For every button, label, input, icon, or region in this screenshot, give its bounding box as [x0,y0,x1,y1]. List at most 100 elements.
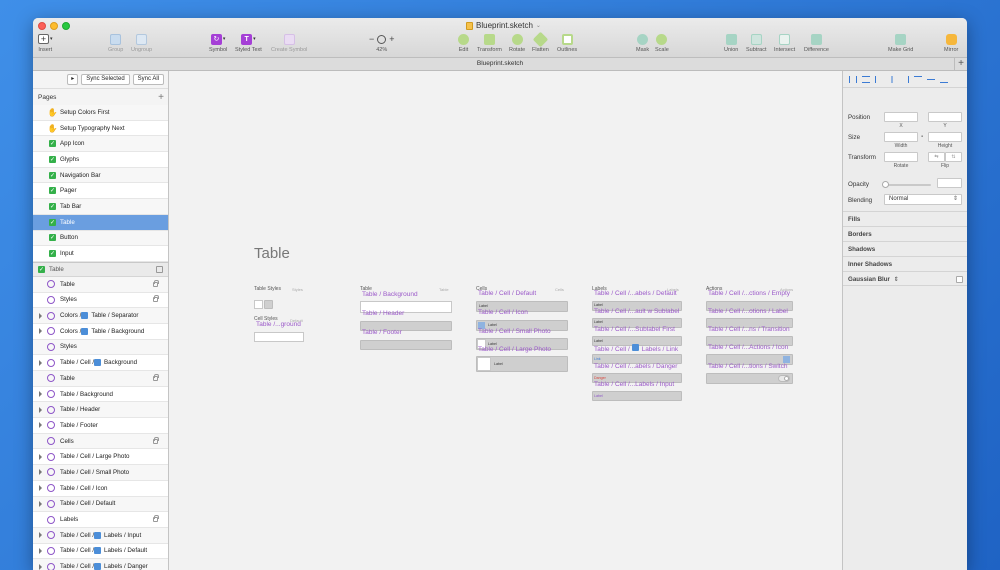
symbol-cell-background[interactable]: Table /...ground [256,321,301,328]
add-page-button[interactable]: + [158,92,164,103]
page-item[interactable]: ✓ Navigation Bar [33,167,168,184]
symbol-cell-large-photo[interactable]: Table / Cell / Large Photo [478,346,551,353]
symbol-labels-sublabel-first[interactable]: Table / Cell /...Sublabel First [594,326,675,333]
symbol-labels-sublabel[interactable]: Table / Cell /...ault w Sublabel [594,308,679,315]
disclosure-triangle-icon[interactable] [39,500,42,507]
make-grid-button[interactable]: Make Grid [888,32,913,53]
sync-all-button[interactable]: Sync All [132,74,164,85]
ungroup-button[interactable]: Ungroup [131,32,152,53]
page-item[interactable]: ✓ Pager [33,183,168,200]
disclosure-triangle-icon[interactable] [39,391,42,398]
layer-item[interactable]: Colors / Table / Background [33,323,168,340]
group-button[interactable]: Group [108,32,123,53]
mirror-button[interactable]: Mirror [944,32,958,53]
page-item[interactable]: ✓ Tab Bar [33,199,168,215]
switch-toggle[interactable] [778,375,790,382]
transform-button[interactable]: Transform [477,32,502,53]
layer-item[interactable]: Table / Footer [33,418,168,434]
flatten-button[interactable]: Flatten [532,31,549,53]
align-left-icon[interactable] [875,75,883,83]
flip-horizontal-button[interactable]: ⇆ [928,152,945,162]
lock-ratio-icon[interactable]: ▪ [921,134,923,140]
symbol-table-header[interactable]: Table / Header [362,310,404,317]
layer-item[interactable]: Styles [33,339,168,356]
opacity-field[interactable] [937,178,962,188]
outlines-button[interactable]: Outlines [557,32,577,53]
lock-icon[interactable] [153,373,159,381]
symbol-labels-default[interactable]: Table / Cell /...abels / Default [594,290,677,297]
layer-item[interactable]: Styles [33,292,168,309]
opacity-slider-knob[interactable] [882,181,889,188]
intersect-button[interactable]: Intersect [774,32,795,53]
document-title[interactable]: Blueprint.sketch ⌄ [466,20,541,31]
lock-icon[interactable] [153,515,159,523]
difference-button[interactable]: Difference [804,32,829,53]
disclosure-triangle-icon[interactable] [39,406,42,413]
layer-item[interactable]: Table / Cell / Labels / Input [33,527,168,544]
new-tab-button[interactable]: + [954,58,967,70]
rotate-field[interactable] [884,152,918,162]
tab-blueprint[interactable]: Blueprint.sketch [477,60,523,67]
table-footer-block[interactable] [360,340,452,350]
symbol-actions-switch[interactable]: Table / Cell /...tions / Switch [708,363,787,370]
layer-group-header[interactable]: ✓ Table [33,261,168,277]
symbol-actions-empty[interactable]: Table / Cell /...ctions / Empty [708,290,790,297]
align-center-icon[interactable] [888,75,896,83]
lock-icon[interactable] [153,279,159,287]
canvas[interactable]: Table Table Styles Styles Cell Styles De… [169,71,842,570]
symbol-actions-icon[interactable]: Table / Cell /...Actions / Icon [708,344,788,351]
labels-input-block[interactable] [592,391,682,401]
gaussian-blur-section[interactable]: Gaussian Blur ⇕ [843,271,967,286]
zoom-window-button[interactable] [62,22,70,30]
symbol-labels-danger[interactable]: Table / Cell /...abels / Danger [594,363,677,370]
lock-icon[interactable] [153,436,159,444]
lock-icon[interactable] [153,295,159,303]
layer-item[interactable]: Table / Cell / Large Photo [33,449,168,466]
layer-item[interactable]: Cells [33,433,168,450]
edit-button[interactable]: Edit [458,32,469,53]
inner-shadows-section[interactable]: Inner Shadows [843,256,967,271]
layer-item[interactable]: Table / Cell / Icon [33,480,168,497]
align-middle-icon[interactable] [927,75,935,83]
opacity-slider[interactable] [882,181,931,188]
symbol-labels-link[interactable]: Table / Cell / Labels / Link [594,344,678,353]
blending-select[interactable]: Normal ⇕ [884,194,962,205]
rotate-button[interactable]: Rotate [509,32,525,53]
layer-item[interactable]: Table / Cell / Background [33,355,168,371]
shadows-section[interactable]: Shadows [843,241,967,256]
align-top-icon[interactable] [914,75,922,83]
zoom-in-button[interactable]: + [389,34,394,44]
symbol-cell-icon[interactable]: Table / Cell / Icon [478,309,528,316]
swatch-gray[interactable] [264,300,273,309]
play-button[interactable]: ▸ [67,74,79,85]
page-item[interactable]: ✓ Button [33,230,168,247]
flip-vertical-button[interactable]: ⇅ [945,152,962,162]
layer-item[interactable]: Table / Cell / Labels / Danger [33,559,168,570]
scale-button[interactable]: Scale [655,32,669,53]
y-field[interactable] [928,112,962,122]
symbol-button[interactable]: ↻ ▾ Symbol [209,32,227,53]
zoom-out-button[interactable]: − [369,34,374,44]
union-button[interactable]: Union [724,32,738,53]
mask-button[interactable]: Mask [636,32,649,53]
symbol-table-background[interactable]: Table / Background [362,291,418,298]
disclosure-triangle-icon[interactable] [39,422,42,429]
symbol-labels-input[interactable]: Table / Cell /...Labels / Input [594,381,674,388]
align-bottom-icon[interactable] [940,76,948,83]
distribute-horizontal-icon[interactable] [849,75,857,83]
subtract-button[interactable]: Subtract [746,32,766,53]
layer-item[interactable]: Table / Cell / Small Photo [33,465,168,481]
symbol-actions-transition[interactable]: Table / Cell /...ns / Transition [708,326,790,333]
styled-text-button[interactable]: T ▾ Styled Text [235,32,262,53]
page-item[interactable]: ✓ Input [33,246,168,262]
symbol-actions-label[interactable]: Table / Cell /...otions / Label [708,308,788,315]
cell-background-block[interactable] [254,332,304,342]
borders-section[interactable]: Borders [843,226,967,241]
layer-item[interactable]: Colors / Table / Separator [33,308,168,324]
minimize-window-button[interactable] [50,22,58,30]
disclosure-triangle-icon[interactable] [39,453,42,460]
symbol-cell-default[interactable]: Table / Cell / Default [478,290,536,297]
chevron-updown-icon[interactable]: ⇕ [894,277,899,283]
width-field[interactable] [884,132,918,142]
insert-button[interactable]: + ▾ Insert [38,32,53,53]
